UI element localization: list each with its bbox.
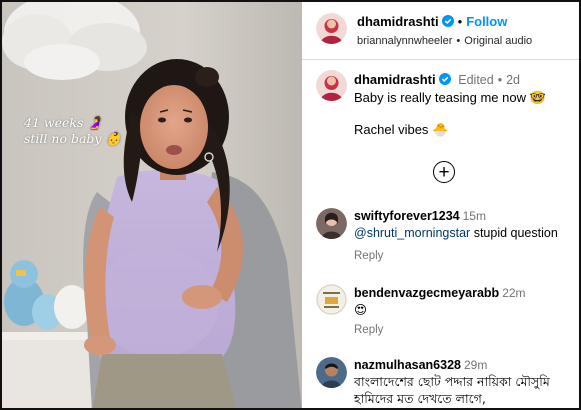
verified-badge-icon <box>438 73 451 85</box>
commenter-avatar[interactable] <box>316 208 347 239</box>
comment-mention-link[interactable]: @shruti_morningstar <box>354 226 470 240</box>
reel-video-frame <box>2 2 302 408</box>
comment-time[interactable]: 15m <box>463 209 486 223</box>
reel-media[interactable]: 41 weeks 🤰 still no baby 👶 <box>2 2 302 408</box>
comment-body: 😍 <box>354 303 368 317</box>
commenter-avatar[interactable] <box>316 357 347 388</box>
comment-meta-row: swiftyforever1234 15m <box>354 209 486 223</box>
reel-overlay-text: 41 weeks 🤰 still no baby 👶 <box>24 115 121 147</box>
comment-username[interactable]: bendenvazgecmeyarabb <box>354 286 499 300</box>
caption-text-line-1: Baby is really teasing me now 🤓 <box>354 90 546 105</box>
comment-meta-row: bendenvazgecmeyarabb 22m <box>354 286 526 300</box>
author-avatar[interactable] <box>316 13 347 44</box>
header-user-row: dhamidrashti • Follow <box>357 14 507 29</box>
caption-text-line-2: Rachel vibes 🐣 <box>354 122 449 137</box>
audio-label[interactable]: Original audio <box>464 35 532 47</box>
caption-meta-row: dhamidrashti Edited • 2d <box>354 72 520 87</box>
reply-button[interactable]: Reply <box>354 324 383 336</box>
overlay-line-1: 41 weeks 🤰 <box>24 115 103 130</box>
author-username[interactable]: dhamidrashti <box>357 14 439 29</box>
post-header: dhamidrashti • Follow briannalynnwheeler • O… <box>302 2 579 60</box>
comment-meta-row: nazmulhasan6328 29m <box>354 358 487 372</box>
commenter-avatar[interactable] <box>316 284 347 315</box>
comment-text: @shruti_morningstar stupid question <box>354 226 558 240</box>
audio-user[interactable]: briannalynnwheeler <box>357 35 452 47</box>
comment-username[interactable]: swiftyforever1234 <box>354 209 460 223</box>
audio-separator: • <box>456 35 461 47</box>
caption-username[interactable]: dhamidrashti <box>354 72 436 87</box>
header-separator: • <box>457 14 463 29</box>
instagram-post-window: 41 weeks 🤰 still no baby 👶 dhamidrashti •… <box>0 0 581 410</box>
caption-time[interactable]: 2d <box>506 73 520 87</box>
load-more-comments-icon[interactable]: + <box>433 161 455 183</box>
audio-row[interactable]: briannalynnwheeler • Original audio <box>357 35 532 47</box>
caption-separator: • <box>497 73 503 87</box>
edited-label: Edited <box>458 73 494 87</box>
verified-badge-icon <box>441 15 454 27</box>
comment-time[interactable]: 29m <box>464 358 487 372</box>
comment-body-line-1: বাংলাদেশের ছোট পদ্দার নায়িকা মৌসুমি <box>354 374 550 389</box>
comment-username[interactable]: nazmulhasan6328 <box>354 358 461 372</box>
reply-button[interactable]: Reply <box>354 250 383 262</box>
comment-body: stupid question <box>470 226 558 240</box>
post-side-panel: dhamidrashti • Follow briannalynnwheeler • O… <box>302 2 579 408</box>
follow-button[interactable]: Follow <box>466 14 507 29</box>
comment-time[interactable]: 22m <box>502 286 525 300</box>
caption-avatar[interactable] <box>316 70 347 101</box>
comment-body-line-2: হামিদের মত দেখতে লাগে, <box>354 391 486 406</box>
overlay-line-2: still no baby 👶 <box>24 131 122 146</box>
